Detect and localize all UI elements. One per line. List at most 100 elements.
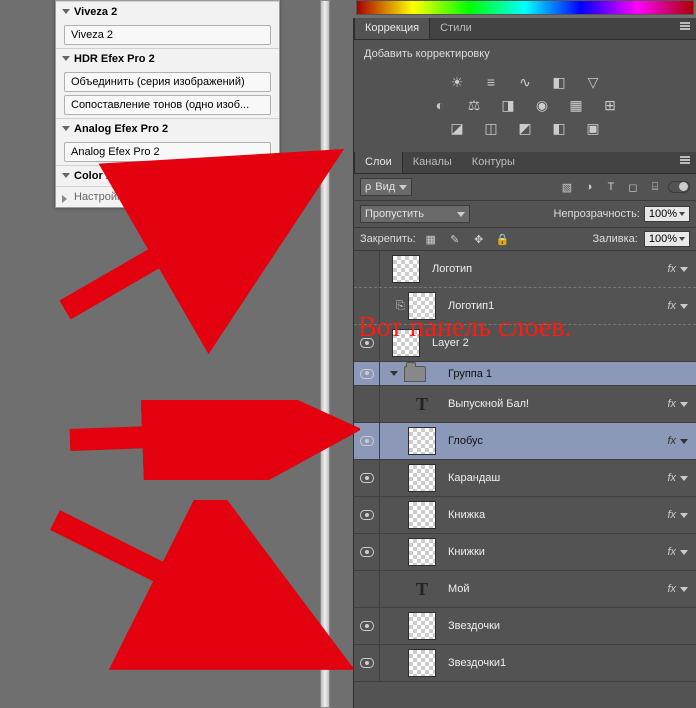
plugin-section-header[interactable]: HDR Efex Pro 2 — [56, 49, 279, 69]
fx-badge[interactable]: fx — [667, 398, 680, 410]
fx-expand-icon[interactable] — [680, 267, 688, 272]
plugins-settings[interactable]: Настройки — [56, 186, 279, 207]
layer-name[interactable]: Группа 1 — [440, 368, 696, 380]
visibility-toggle[interactable] — [354, 497, 380, 533]
exposure-icon[interactable]: ◧ — [549, 73, 569, 91]
visibility-toggle[interactable] — [354, 386, 380, 422]
layer-row[interactable]: TМойfx — [354, 571, 696, 608]
fx-expand-icon[interactable] — [680, 304, 688, 309]
plugin-item[interactable]: Объединить (серия изображений) — [64, 72, 271, 92]
fx-badge[interactable]: fx — [667, 300, 680, 312]
visibility-toggle[interactable] — [354, 423, 380, 459]
color-spectrum[interactable] — [356, 0, 694, 15]
bw-icon[interactable]: ◨ — [498, 96, 518, 114]
mixer-icon[interactable]: ▦ — [566, 96, 586, 114]
lock-all-icon[interactable]: 🔒 — [494, 231, 512, 247]
layer-name[interactable]: Книжка — [440, 509, 667, 521]
layer-name[interactable]: Layer 2 — [424, 337, 696, 349]
plugin-section-header[interactable]: Color Efex Pro 4 — [56, 166, 279, 186]
tab-styles[interactable]: Стили — [430, 18, 482, 39]
tab-paths[interactable]: Контуры — [462, 152, 525, 173]
fx-expand-icon[interactable] — [680, 550, 688, 555]
opacity-input[interactable]: 100% — [644, 206, 690, 222]
layer-name[interactable]: Звездочки — [440, 620, 696, 632]
filter-image-icon[interactable]: ▧ — [558, 179, 576, 195]
threshold-icon[interactable]: ◩ — [515, 119, 535, 137]
layer-row[interactable]: Звездочки1 — [354, 645, 696, 682]
layer-row[interactable]: Группа 1 — [354, 362, 696, 386]
layer-row[interactable]: Логотипfx — [354, 251, 696, 288]
layer-row[interactable]: Карандашfx — [354, 460, 696, 497]
filter-shape-icon[interactable]: ◻ — [624, 179, 642, 195]
lock-pixels-icon[interactable]: ▦ — [422, 231, 440, 247]
adjustments-menu-icon[interactable] — [678, 22, 692, 34]
layers-menu-icon[interactable] — [678, 156, 692, 168]
filter-text-icon[interactable]: T — [602, 179, 620, 195]
layer-name[interactable]: Выпускной Бал! — [440, 398, 667, 410]
panel-divider[interactable] — [320, 0, 330, 708]
filter-smart-icon[interactable]: ⌸ — [646, 179, 664, 195]
fx-expand-icon[interactable] — [680, 587, 688, 592]
layer-row[interactable]: Книжкиfx — [354, 534, 696, 571]
visibility-toggle[interactable] — [354, 325, 380, 361]
photo-icon[interactable]: ◉ — [532, 96, 552, 114]
visibility-toggle[interactable] — [354, 608, 380, 644]
fx-badge[interactable]: fx — [667, 509, 680, 521]
plugin-item[interactable]: Сопоставление тонов (одно изоб... — [64, 95, 271, 115]
layer-name[interactable]: Звездочки1 — [440, 657, 696, 669]
balance-icon[interactable]: ⚖ — [464, 96, 484, 114]
layer-row[interactable]: Layer 2 — [354, 325, 696, 362]
poster-icon[interactable]: ◫ — [481, 119, 501, 137]
levels-icon[interactable]: ≡ — [481, 73, 501, 91]
fx-badge[interactable]: fx — [667, 583, 680, 595]
layer-name[interactable]: Логотип — [424, 263, 667, 275]
layer-name[interactable]: Логотип1 — [440, 300, 667, 312]
tab-layers[interactable]: Слои — [354, 152, 403, 173]
layer-name[interactable]: Мой — [440, 583, 667, 595]
tab-adjustments[interactable]: Коррекция — [354, 18, 430, 39]
layer-row[interactable]: ⎘Логотип1fx — [354, 288, 696, 325]
invert-icon[interactable]: ◪ — [447, 119, 467, 137]
filter-toggle[interactable] — [668, 181, 690, 193]
layer-name[interactable]: Карандаш — [440, 472, 667, 484]
lookup-icon[interactable]: ⊞ — [600, 96, 620, 114]
layer-row[interactable]: TВыпускной Бал!fx — [354, 386, 696, 423]
selective-icon[interactable]: ▣ — [583, 119, 603, 137]
curves-icon[interactable]: ∿ — [515, 73, 535, 91]
visibility-toggle[interactable] — [354, 288, 380, 324]
filter-fx-icon[interactable]: ◑ — [580, 179, 598, 195]
visibility-toggle[interactable] — [354, 534, 380, 570]
plugin-section-header[interactable]: Viveza 2 — [56, 2, 279, 22]
visibility-toggle[interactable] — [354, 645, 380, 681]
fx-badge[interactable]: fx — [667, 546, 680, 558]
layer-row[interactable]: Звездочки — [354, 608, 696, 645]
layer-row[interactable]: Глобусfx — [354, 423, 696, 460]
tab-channels[interactable]: Каналы — [403, 152, 462, 173]
visibility-toggle[interactable] — [354, 460, 380, 496]
fx-badge[interactable]: fx — [667, 263, 680, 275]
plugin-item[interactable]: Viveza 2 — [64, 25, 271, 45]
fx-badge[interactable]: fx — [667, 472, 680, 484]
visibility-toggle[interactable] — [354, 571, 380, 607]
lock-brush-icon[interactable]: ✎ — [446, 231, 464, 247]
fx-expand-icon[interactable] — [680, 402, 688, 407]
kind-select[interactable]: ρВид — [360, 178, 412, 196]
fx-expand-icon[interactable] — [680, 476, 688, 481]
visibility-toggle[interactable] — [354, 251, 380, 287]
layer-name[interactable]: Глобус — [440, 435, 667, 447]
lock-move-icon[interactable]: ✥ — [470, 231, 488, 247]
layer-name[interactable]: Книжки — [440, 546, 667, 558]
fx-badge[interactable]: fx — [667, 435, 680, 447]
blend-select[interactable]: Пропустить — [360, 205, 470, 223]
fx-expand-icon[interactable] — [680, 513, 688, 518]
fill-input[interactable]: 100% — [644, 231, 690, 247]
layer-row[interactable]: Книжкаfx — [354, 497, 696, 534]
gradient-icon[interactable]: ◧ — [549, 119, 569, 137]
fx-expand-icon[interactable] — [680, 439, 688, 444]
brightness-icon[interactable]: ☀ — [447, 73, 467, 91]
visibility-toggle[interactable] — [354, 362, 380, 385]
vibrance-icon[interactable]: ▽ — [583, 73, 603, 91]
plugin-item[interactable]: Analog Efex Pro 2 — [64, 142, 271, 162]
hue-icon[interactable]: ◐ — [430, 96, 450, 114]
plugin-section-header[interactable]: Analog Efex Pro 2 — [56, 119, 279, 139]
